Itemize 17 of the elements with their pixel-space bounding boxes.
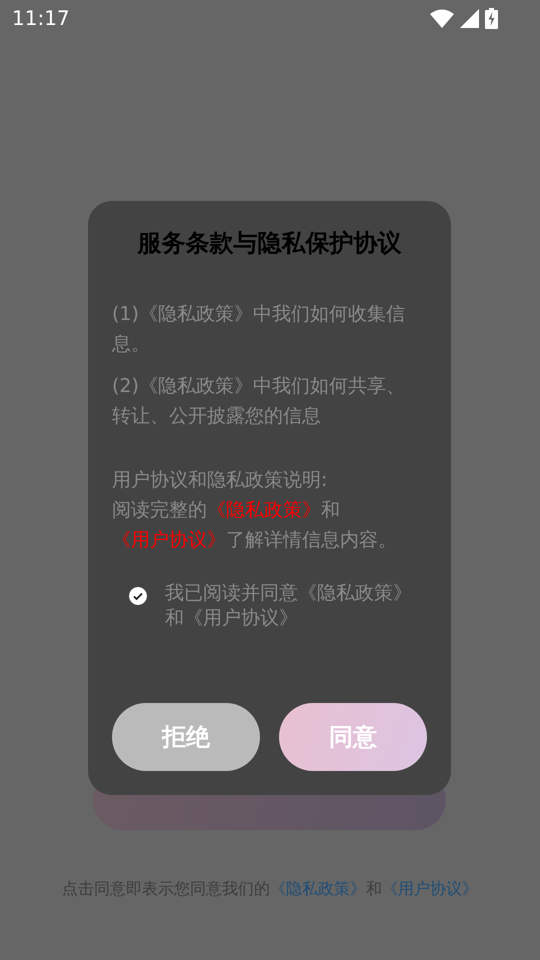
- policy-paragraph: (1)《隐私政策》中我们如何收集信息。: [112, 302, 406, 357]
- dialog-title: 服务条款与隐私保护协议: [136, 228, 402, 259]
- decline-button[interactable]: 拒绝: [112, 703, 260, 771]
- policy-link[interactable]: 《用户协议》: [382, 879, 478, 898]
- signal-icon: [460, 8, 479, 28]
- agreement-label: 我已阅读并同意《隐私政策》和《用户协议》: [165, 581, 413, 631]
- policy-link[interactable]: 《隐私政策》: [207, 499, 321, 521]
- status-time: 11:17: [12, 6, 70, 30]
- notice-text: 阅读完整的《隐私政策》和 《用户协议》了解详情信息内容。: [112, 498, 398, 553]
- agree-button[interactable]: 同意: [279, 703, 427, 771]
- wifi-icon: [430, 8, 454, 28]
- policy-link[interactable]: 《隐私政策》: [270, 879, 366, 898]
- battery-charging-icon: [485, 8, 498, 28]
- policy-paragraph: (2)《隐私政策》中我们如何共享、转让、公开披露您的信息: [112, 374, 406, 429]
- agree-checkbox[interactable]: [129, 587, 147, 605]
- policy-link[interactable]: 《用户协议》: [112, 529, 226, 551]
- notice-heading: 用户协议和隐私政策说明:: [112, 468, 328, 493]
